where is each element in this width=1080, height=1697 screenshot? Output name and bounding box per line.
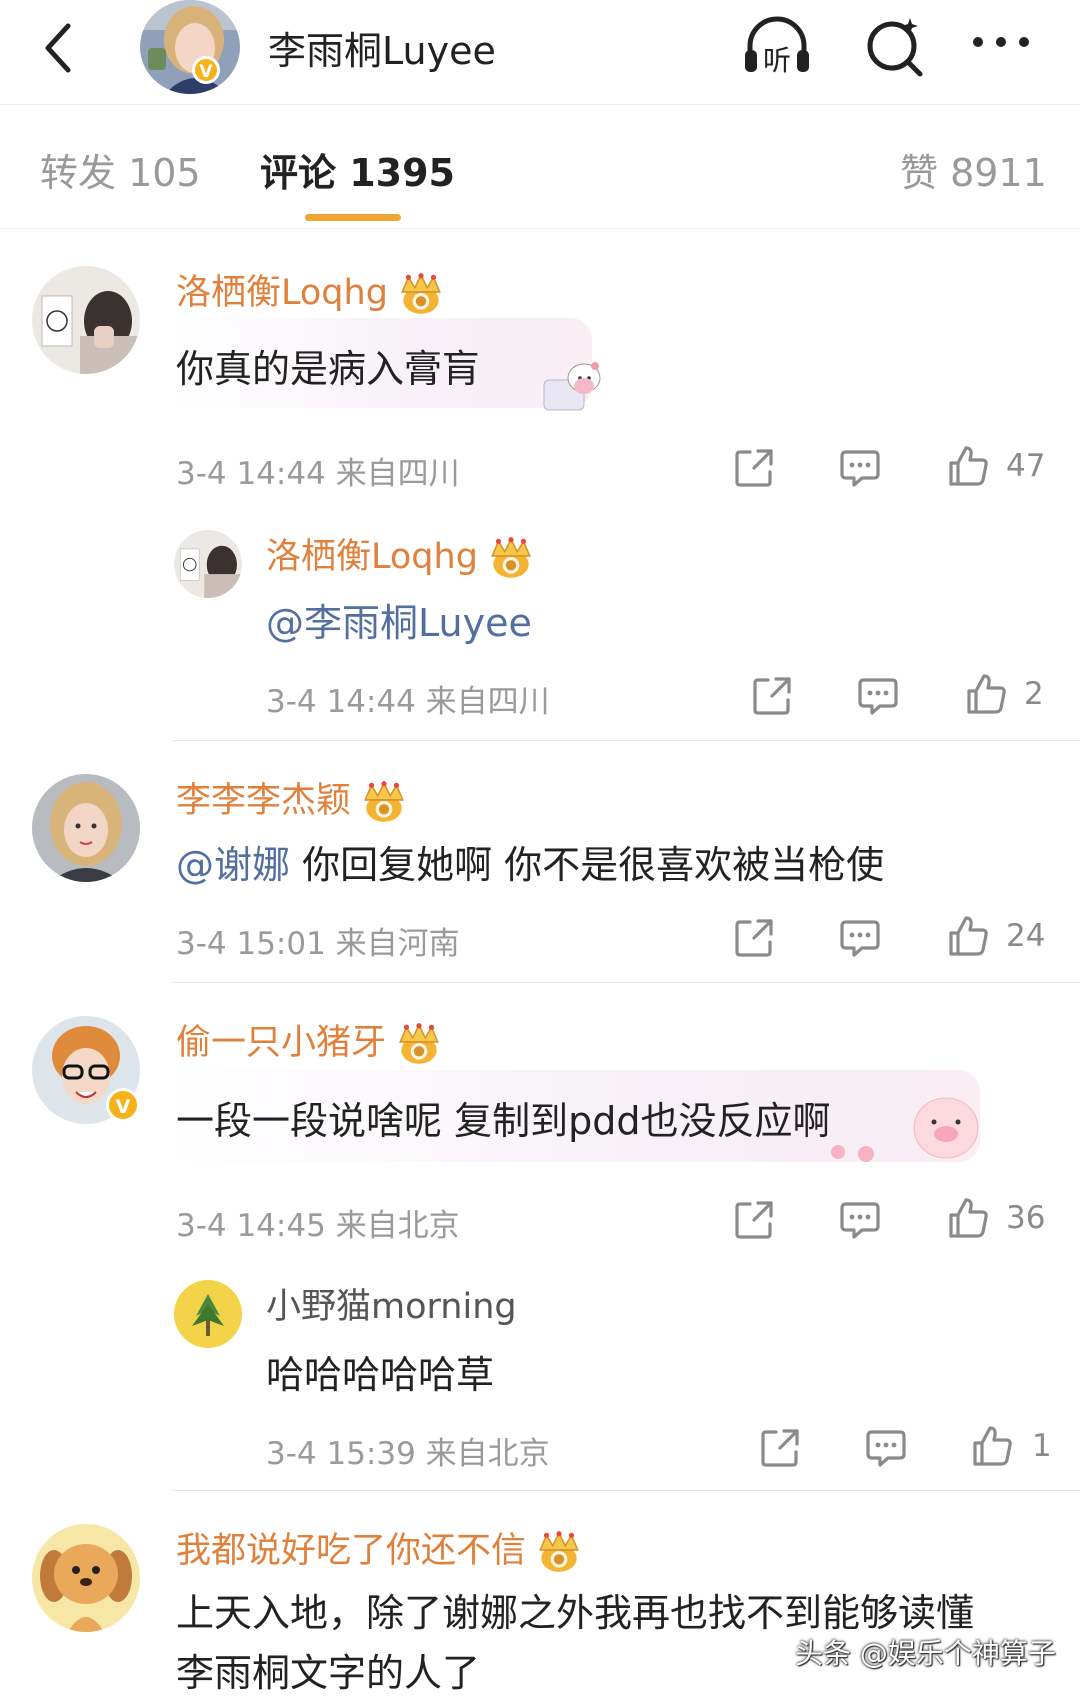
- tab-likes[interactable]: 赞 8911: [900, 142, 1047, 197]
- comment-meta: 3-4 14:45 来自北京: [176, 1208, 460, 1244]
- reply-author[interactable]: 小野猫morning: [266, 1278, 517, 1329]
- like-icon[interactable]: [946, 914, 990, 958]
- cat-sticker-icon: [543, 362, 601, 411]
- comment-text: 你真的是病入膏肓: [176, 347, 481, 391]
- author-name[interactable]: 偷一只小猪牙: [176, 1023, 386, 1063]
- comment-text: 李雨桐文字的人了: [176, 1651, 481, 1695]
- like-count: 2: [1024, 676, 1044, 712]
- search-icon[interactable]: [860, 14, 930, 80]
- comment-text: 一段一段说啥呢 复制到pdd也没反应啊: [176, 1099, 831, 1143]
- mention-link[interactable]: @谢娜: [176, 843, 290, 887]
- author-name[interactable]: 我都说好吃了你还不信: [176, 1531, 526, 1571]
- verified-badge: V: [106, 1088, 140, 1122]
- like-icon[interactable]: [946, 444, 990, 488]
- crown-icon: [396, 273, 446, 315]
- avatar[interactable]: [32, 1524, 140, 1632]
- reply-avatar[interactable]: [174, 530, 242, 598]
- comment-author[interactable]: 我都说好吃了你还不信: [176, 1522, 584, 1573]
- comment-icon[interactable]: [838, 916, 882, 960]
- listen-label: 听: [763, 44, 791, 77]
- page-title: 李雨桐Luyee: [268, 29, 496, 73]
- like-count: 47: [1006, 448, 1046, 484]
- comment-icon[interactable]: [864, 1426, 908, 1470]
- share-icon[interactable]: [732, 916, 776, 960]
- share-icon[interactable]: [750, 674, 794, 718]
- reply-text: 哈哈哈哈哈草: [266, 1353, 495, 1397]
- comment-meta: 3-4 14:44 来自四川: [176, 456, 460, 492]
- tab-comments[interactable]: 评论 1395: [260, 142, 455, 197]
- comment-author[interactable]: 洛栖衡Loqhg: [176, 264, 446, 315]
- verified-badge: V: [192, 56, 220, 84]
- share-icon[interactable]: [732, 446, 776, 490]
- share-icon[interactable]: [758, 1426, 802, 1470]
- back-arrow-icon[interactable]: [36, 18, 86, 78]
- crown-icon: [534, 1531, 584, 1573]
- comment-text: @谢娜 你回复她啊 你不是很喜欢被当枪使: [176, 834, 884, 889]
- like-count: 24: [1006, 918, 1046, 954]
- divider: [172, 1490, 1080, 1491]
- author-name[interactable]: 洛栖衡Loqhg: [266, 537, 478, 577]
- crown-icon: [486, 537, 536, 579]
- watermark: 头条 @娱乐个神算子: [795, 1637, 1056, 1670]
- pig-sticker-icon: [831, 1097, 979, 1162]
- comment-icon[interactable]: [856, 674, 900, 718]
- tab-reposts[interactable]: 转发 105: [40, 142, 201, 197]
- comment-meta: 3-4 15:01 来自河南: [176, 926, 460, 962]
- reply-meta: 3-4 14:44 来自四川: [266, 684, 550, 720]
- avatar[interactable]: [32, 266, 140, 374]
- reply-avatar[interactable]: [174, 1280, 242, 1348]
- more-icon[interactable]: [968, 14, 1038, 80]
- like-icon[interactable]: [964, 672, 1008, 716]
- reply-mention[interactable]: @李雨桐Luyee: [266, 592, 532, 647]
- divider: [172, 740, 1080, 741]
- author-name[interactable]: 洛栖衡Loqhg: [176, 273, 388, 313]
- divider: [172, 982, 1080, 983]
- comment-icon[interactable]: [838, 446, 882, 490]
- comment-author[interactable]: 李李李杰颖: [176, 772, 409, 823]
- comment-icon[interactable]: [838, 1198, 882, 1242]
- like-icon[interactable]: [946, 1196, 990, 1240]
- reply-author[interactable]: 洛栖衡Loqhg: [266, 528, 536, 579]
- comment-body: 你回复她啊 你不是很喜欢被当枪使: [290, 843, 885, 887]
- comment-author[interactable]: 偷一只小猪牙: [176, 1014, 444, 1065]
- like-icon[interactable]: [970, 1424, 1014, 1468]
- active-tab-indicator: [305, 214, 401, 221]
- crown-icon: [394, 1023, 444, 1065]
- like-count: 36: [1006, 1200, 1046, 1236]
- reply-meta: 3-4 15:39 来自北京: [266, 1436, 550, 1472]
- avatar[interactable]: [32, 774, 140, 882]
- like-count: 1: [1032, 1428, 1052, 1464]
- author-name[interactable]: 李李李杰颖: [176, 781, 351, 821]
- comment-text: 上天入地，除了谢娜之外我再也找不到能够读懂: [176, 1591, 975, 1635]
- crown-icon: [359, 781, 409, 823]
- share-icon[interactable]: [732, 1198, 776, 1242]
- top-bar: V 李雨桐Luyee 听: [0, 0, 1080, 105]
- author-name[interactable]: 小野猫morning: [266, 1287, 517, 1327]
- author-avatar[interactable]: [140, 0, 240, 94]
- tab-bar: 转发 105 评论 1395 赞 8911: [0, 104, 1080, 229]
- headphones-icon[interactable]: 听: [742, 14, 812, 80]
